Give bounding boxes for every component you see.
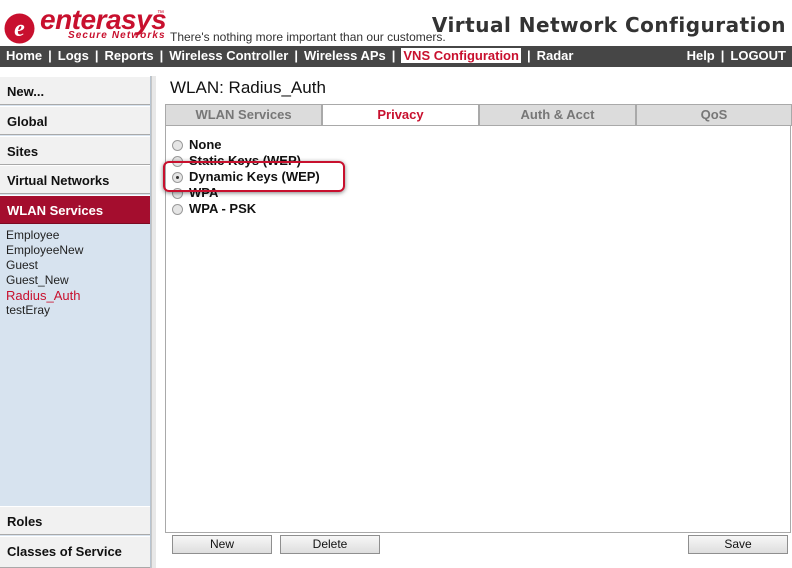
enterasys-logo-icon: e: [4, 13, 35, 44]
nav-wireless-controller[interactable]: Wireless Controller: [169, 48, 288, 63]
logo-trademark: ™: [157, 10, 164, 17]
svg-text:e: e: [14, 16, 25, 42]
nav-logout[interactable]: LOGOUT: [730, 48, 786, 63]
page-title: Virtual Network Configuration: [431, 13, 786, 37]
wlan-item-employee[interactable]: Employee: [0, 228, 150, 243]
nav-wireless-aps[interactable]: Wireless APs: [304, 48, 386, 63]
wlan-list: Employee EmployeeNew Guest Guest_New Rad…: [0, 228, 150, 318]
sidebar-global-button[interactable]: Global: [0, 106, 150, 135]
nav-right: Help | LOGOUT: [687, 48, 786, 63]
sidebar-wlan-services-button[interactable]: WLAN Services: [0, 195, 150, 224]
radio-label: WPA: [189, 185, 219, 200]
radio-label: WPA - PSK: [189, 201, 257, 216]
radio-button[interactable]: [172, 140, 183, 151]
top-nav: Home | Logs | Reports | Wireless Controller | Wi…: [0, 46, 792, 67]
tab-auth-acct[interactable]: Auth & Acct: [479, 104, 636, 126]
nav-separator: |: [159, 48, 164, 63]
nav-separator: |: [94, 48, 99, 63]
wlan-item-employeenew[interactable]: EmployeeNew: [0, 243, 150, 258]
sidebar-virtual-networks-button[interactable]: Virtual Networks: [0, 165, 150, 194]
save-button[interactable]: Save: [688, 535, 788, 554]
radio-button[interactable]: [172, 204, 183, 215]
new-button[interactable]: New: [172, 535, 272, 554]
delete-button[interactable]: Delete: [280, 535, 380, 554]
sidebar-roles-button[interactable]: Roles: [0, 506, 150, 535]
sidebar-sites-button[interactable]: Sites: [0, 136, 150, 165]
wlan-item-guest-new[interactable]: Guest_New: [0, 273, 150, 288]
nav-radar[interactable]: Radar: [537, 48, 574, 63]
radio-label: None: [189, 137, 222, 152]
wlan-item-guest[interactable]: Guest: [0, 258, 150, 273]
nav-left: Home | Logs | Reports | Wireless Controller | Wi…: [6, 48, 573, 63]
radio-label: Dynamic Keys (WEP): [189, 169, 320, 184]
tab-wlan-services[interactable]: WLAN Services: [165, 104, 322, 126]
nav-separator: |: [720, 48, 725, 63]
logo-subtext: Secure Networks: [68, 30, 166, 41]
tagline: There's nothing more important than our …: [170, 30, 446, 44]
nav-separator: |: [48, 48, 52, 63]
wlan-title: WLAN: Radius_Auth: [170, 78, 326, 97]
sidebar: New... Global Sites Virtual Networks WLA…: [0, 76, 151, 568]
wlan-item-radius-auth[interactable]: Radius_Auth: [0, 288, 150, 303]
panel-splitter[interactable]: [151, 76, 156, 568]
tab-qos[interactable]: QoS: [636, 104, 792, 126]
nav-logs[interactable]: Logs: [58, 48, 89, 63]
privacy-panel: None Static Keys (WEP) Dynamic Keys (WEP…: [165, 125, 791, 533]
nav-separator: |: [391, 48, 396, 63]
nav-help[interactable]: Help: [687, 48, 715, 63]
radio-button-checked[interactable]: [172, 172, 183, 183]
nav-vns-configuration[interactable]: VNS Configuration: [401, 48, 521, 63]
tab-bar: WLAN Services Privacy Auth & Acct QoS: [165, 104, 792, 126]
nav-home[interactable]: Home: [6, 48, 42, 63]
radio-button[interactable]: [172, 188, 183, 199]
sidebar-new-button[interactable]: New...: [0, 76, 150, 105]
sidebar-classes-of-service-button[interactable]: Classes of Service: [0, 536, 150, 568]
header: e enterasys ™ Secure Networks There's no…: [0, 0, 792, 46]
nav-separator: |: [526, 48, 531, 63]
radio-button[interactable]: [172, 156, 183, 167]
wlan-item-testeray[interactable]: testEray: [0, 303, 150, 318]
radio-label: Static Keys (WEP): [189, 153, 301, 168]
tab-privacy[interactable]: Privacy: [322, 104, 479, 126]
nav-reports[interactable]: Reports: [104, 48, 153, 63]
nav-separator: |: [294, 48, 298, 63]
